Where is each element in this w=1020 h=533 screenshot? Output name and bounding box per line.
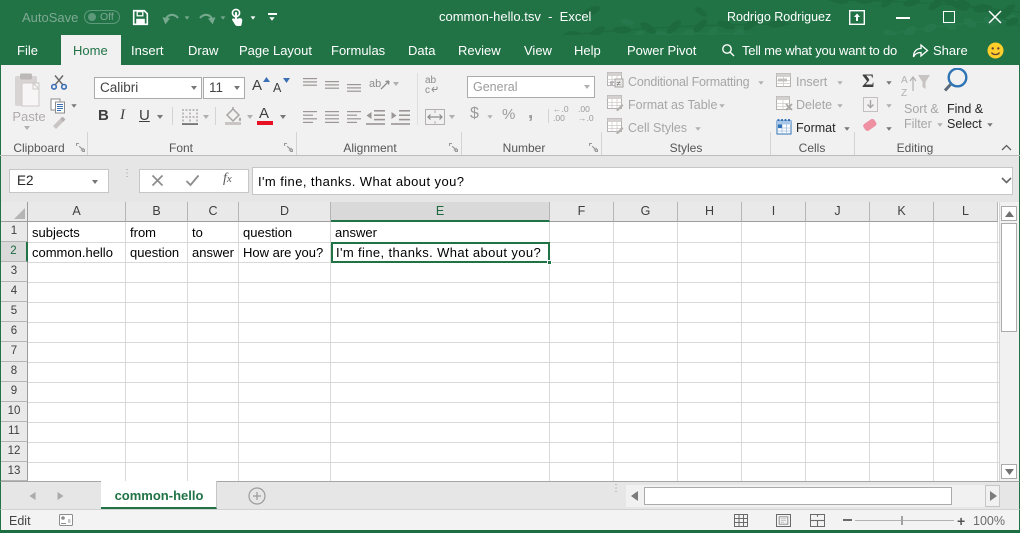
svg-text:A: A <box>901 75 908 86</box>
svg-text:≠: ≠ <box>617 79 621 88</box>
svg-text:c: c <box>425 85 430 94</box>
svg-text:ab: ab <box>369 78 381 90</box>
svg-text:Z: Z <box>901 88 907 99</box>
